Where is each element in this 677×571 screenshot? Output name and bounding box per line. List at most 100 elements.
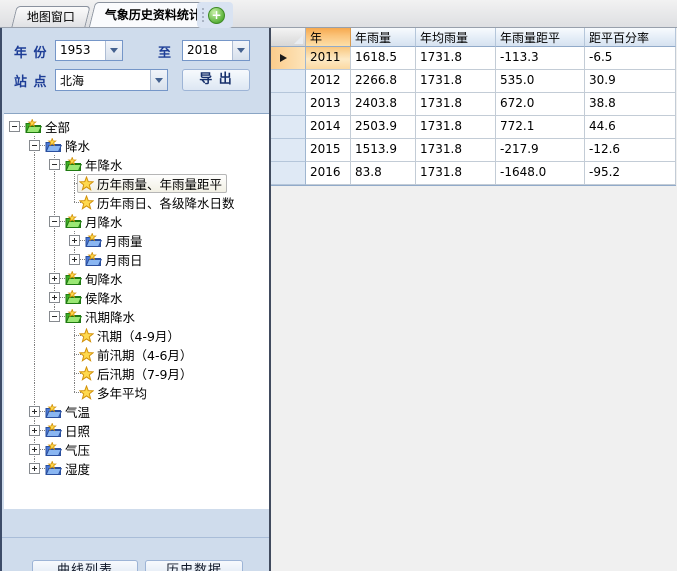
table-cell[interactable]: 1731.8 [416,93,496,116]
table-cell[interactable]: 672.0 [496,93,585,116]
tree-node[interactable]: 汛期（4-9月） [79,326,180,345]
tree-node[interactable]: 历年雨日、各级降水日数 [79,193,235,212]
collapse-icon[interactable] [49,311,60,322]
table-cell[interactable]: 2012 [306,70,351,93]
table-cell[interactable]: 2011 [306,47,351,70]
table-cell[interactable]: 1731.8 [416,139,496,162]
tree-node[interactable]: 侯降水 [65,288,123,307]
row-selector-current[interactable] [271,47,306,70]
tree-item[interactable]: 湿度 [4,459,271,478]
plus-icon[interactable]: + [208,7,225,24]
year-from-combobox[interactable]: 1953 [55,40,123,61]
tab-map-window[interactable]: 地图窗口 [11,6,90,27]
tree-node[interactable]: 降水 [45,136,90,155]
tree-item[interactable]: 历年雨量、年雨量距平 [4,174,271,193]
row-selector[interactable] [271,116,306,139]
chevron-down-icon[interactable] [232,41,249,60]
tree-item[interactable]: 年降水 [4,155,271,174]
tree-node[interactable]: 历年雨量、年雨量距平 [77,174,227,193]
chevron-down-icon[interactable] [105,41,122,60]
table-cell[interactable]: 30.9 [585,70,676,93]
export-button[interactable]: 导 出 [182,69,250,91]
collapse-icon[interactable] [49,216,60,227]
row-selector[interactable] [271,162,306,185]
tree-item[interactable]: 气压 [4,440,271,459]
select-all-corner-cell[interactable] [271,28,306,47]
table-cell[interactable]: 2503.9 [351,116,416,139]
table-cell[interactable]: 2016 [306,162,351,185]
table-cell[interactable]: 2403.8 [351,93,416,116]
tree-node[interactable]: 湿度 [45,459,90,478]
tree-item[interactable]: 后汛期（7-9月） [4,364,271,383]
history-data-button[interactable]: 历史数据 [145,560,243,571]
tree-item[interactable]: 月雨量 [4,231,271,250]
tree-item[interactable]: 全部 [4,117,271,136]
expand-icon[interactable] [29,463,40,474]
expand-icon[interactable] [29,444,40,455]
table-cell[interactable]: -1648.0 [496,162,585,185]
table-cell[interactable]: 772.1 [496,116,585,139]
collapse-icon[interactable] [49,159,60,170]
table-cell[interactable]: -6.5 [585,47,676,70]
table-cell[interactable]: 2014 [306,116,351,139]
column-header-2[interactable]: 年均雨量 [416,28,496,47]
tree-item[interactable]: 历年雨日、各级降水日数 [4,193,271,212]
column-header-4[interactable]: 距平百分率 [585,28,676,47]
table-cell[interactable]: 44.6 [585,116,676,139]
tree-item[interactable]: 多年平均 [4,383,271,402]
row-selector[interactable] [271,70,306,93]
tree-node[interactable]: 多年平均 [79,383,147,402]
expand-icon[interactable] [49,273,60,284]
tree-item[interactable]: 侯降水 [4,288,271,307]
station-combobox[interactable]: 北海 [55,69,168,91]
tree-item[interactable]: 前汛期（4-6月） [4,345,271,364]
tree-node[interactable]: 气温 [45,402,90,421]
table-cell[interactable]: 1731.8 [416,70,496,93]
row-selector[interactable] [271,93,306,116]
tree-node[interactable]: 全部 [25,117,70,136]
table-cell[interactable]: -95.2 [585,162,676,185]
table-cell[interactable]: 2013 [306,93,351,116]
year-to-combobox[interactable]: 2018 [182,40,250,61]
tree-item[interactable]: 气温 [4,402,271,421]
tree-node[interactable]: 月雨日 [85,250,143,269]
tree-item[interactable]: 月雨日 [4,250,271,269]
column-header-0[interactable]: 年 [306,28,351,47]
tree-node[interactable]: 月降水 [65,212,123,231]
tree-node[interactable]: 气压 [45,440,90,459]
table-cell[interactable]: -12.6 [585,139,676,162]
expand-icon[interactable] [29,406,40,417]
table-cell[interactable]: 1731.8 [416,116,496,139]
column-header-1[interactable]: 年雨量 [351,28,416,47]
chevron-down-icon[interactable] [150,70,167,90]
column-header-3[interactable]: 年雨量距平 [496,28,585,47]
expand-icon[interactable] [49,292,60,303]
table-cell[interactable]: -113.3 [496,47,585,70]
tree-item[interactable]: 降水 [4,136,271,155]
tree-node[interactable]: 前汛期（4-6月） [79,345,192,364]
curve-list-button[interactable]: 曲线列表 [32,560,138,571]
tree-node[interactable]: 日照 [45,421,90,440]
expand-icon[interactable] [29,425,40,436]
tree-node[interactable]: 年降水 [65,155,123,174]
collapse-icon[interactable] [9,121,20,132]
tree-node[interactable]: 旬降水 [65,269,123,288]
table-cell[interactable]: 38.8 [585,93,676,116]
collapse-icon[interactable] [29,140,40,151]
tree-node[interactable]: 月雨量 [85,231,143,250]
table-cell[interactable]: 1731.8 [416,162,496,185]
table-cell[interactable]: 2266.8 [351,70,416,93]
tree-item[interactable]: 汛期降水 [4,307,271,326]
tree-node[interactable]: 汛期降水 [65,307,135,326]
table-cell[interactable]: -217.9 [496,139,585,162]
tree-item[interactable]: 月降水 [4,212,271,231]
row-selector[interactable] [271,139,306,162]
expand-icon[interactable] [69,235,80,246]
table-cell[interactable]: 535.0 [496,70,585,93]
tree-node[interactable]: 后汛期（7-9月） [79,364,192,383]
table-cell[interactable]: 1513.9 [351,139,416,162]
table-cell[interactable]: 2015 [306,139,351,162]
table-cell[interactable]: 1731.8 [416,47,496,70]
tree-item[interactable]: 旬降水 [4,269,271,288]
expand-icon[interactable] [69,254,80,265]
